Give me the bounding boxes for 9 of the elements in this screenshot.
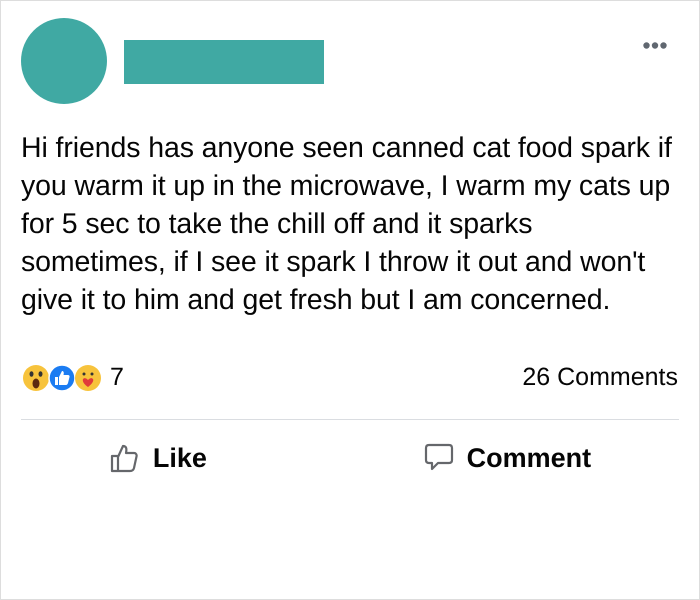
like-button[interactable]: Like bbox=[100, 434, 215, 482]
wow-reaction-icon[interactable] bbox=[22, 364, 50, 392]
care-reaction-icon[interactable] bbox=[74, 364, 102, 392]
reaction-count[interactable]: 7 bbox=[110, 359, 124, 396]
comment-count[interactable]: 26 Comments bbox=[522, 359, 678, 396]
comment-button[interactable]: Comment bbox=[414, 434, 600, 482]
like-reaction-icon[interactable] bbox=[48, 364, 76, 392]
more-options-icon[interactable] bbox=[643, 42, 667, 49]
post-text: Hi friends has anyone seen canned cat food spark if you warm it up in the microwave, I warm my cats up for 5 sec to take the chill off and it sparks sometimes, if I see it spark I throw it out and won't give it to him and get fresh but I am concerned. bbox=[20, 131, 673, 318]
